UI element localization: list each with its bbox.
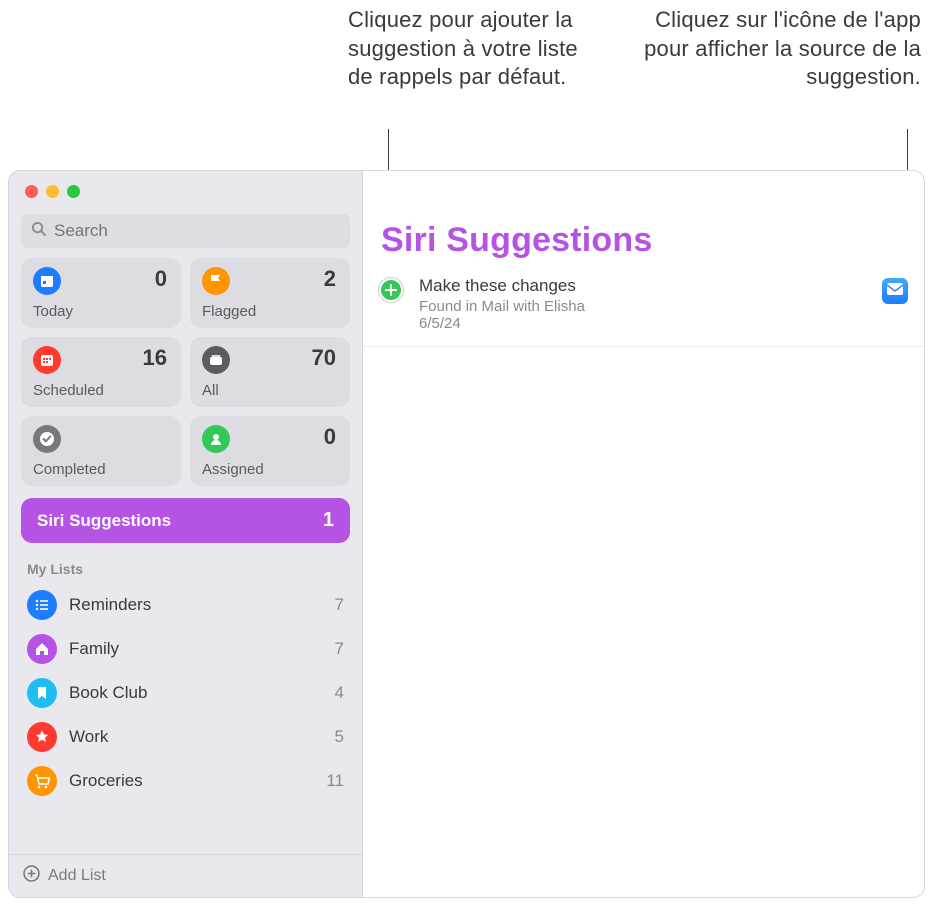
smart-card-scheduled[interactable]: 16 Scheduled [21,337,181,407]
smart-card-label: All [202,382,338,399]
list-item-label: Groceries [69,771,143,791]
my-lists-header: My Lists [9,543,362,583]
all-icon [202,346,230,374]
callout-source-app: Cliquez sur l'icône de l'app pour affich… [641,6,921,92]
sidebar: 0Today2Flagged16Scheduled70AllCompleted0… [9,171,363,897]
today-icon [33,267,61,295]
search-icon [31,221,46,241]
smart-card-label: Flagged [202,303,338,320]
cart-icon [27,766,57,796]
star-icon [27,722,57,752]
mail-icon [887,282,903,300]
window-controls [9,171,362,208]
suggestion-body: Make these changes Found in Mail with El… [419,276,866,332]
smart-card-all[interactable]: 70 All [190,337,350,407]
smart-card-label: Scheduled [33,382,169,399]
smart-card-count: 0 [155,266,167,292]
search-input[interactable] [52,220,340,242]
smart-card-count: 2 [324,266,336,292]
suggestion-date: 6/5/24 [419,315,866,332]
reminders-window: 0Today2Flagged16Scheduled70AllCompleted0… [8,170,925,898]
completed-icon [33,425,61,453]
search-field[interactable] [21,214,350,248]
flagged-icon [202,267,230,295]
sidebar-item-siri-suggestions[interactable]: Siri Suggestions 1 [21,498,350,543]
list-item-count: 4 [335,683,344,703]
callout-add-suggestion: Cliquez pour ajouter la suggestion à vot… [348,6,598,92]
smart-lists-grid: 0 Today 2 Flagged 16 Scheduled 70 All Completed 0… [9,258,362,486]
list-item-book-club[interactable]: Book Club 4 [17,671,354,715]
list-item-count: 11 [326,771,344,791]
list-item-family[interactable]: Family 7 [17,627,354,671]
scheduled-icon [33,346,61,374]
smart-card-assigned[interactable]: 0 Assigned [190,416,350,486]
add-list-button[interactable]: Add List [9,854,362,897]
smart-card-today[interactable]: 0 Today [21,258,181,328]
smart-card-completed[interactable]: Completed [21,416,181,486]
house-icon [27,634,57,664]
list-item-reminders[interactable]: Reminders 7 [17,583,354,627]
list-item-work[interactable]: Work 5 [17,715,354,759]
minimize-window-button[interactable] [46,185,59,198]
fullscreen-window-button[interactable] [67,185,80,198]
suggestion-subtitle: Found in Mail with Elisha [419,298,866,315]
close-window-button[interactable] [25,185,38,198]
list-item-label: Book Club [69,683,147,703]
source-app-button[interactable] [882,278,908,304]
page-title: Siri Suggestions [363,171,924,270]
list-item-label: Family [69,639,119,659]
plus-circle-outline-icon [23,865,40,887]
add-list-label: Add List [48,867,106,885]
siri-suggestions-count: 1 [323,509,334,532]
assigned-icon [202,425,230,453]
list-item-label: Reminders [69,595,151,615]
smart-card-label: Completed [33,461,169,478]
smart-card-flagged[interactable]: 2 Flagged [190,258,350,328]
smart-card-label: Today [33,303,169,320]
add-suggestion-button[interactable] [379,278,403,302]
list-item-count: 5 [335,727,344,747]
smart-card-count: 16 [143,345,167,371]
siri-suggestions-label: Siri Suggestions [37,511,171,531]
annotation-callouts: Cliquez pour ajouter la suggestion à vot… [0,0,931,170]
list-item-count: 7 [335,639,344,659]
main-panel: Siri Suggestions Make these changes Foun… [363,171,924,897]
smart-card-count: 70 [312,345,336,371]
my-lists: Reminders 7 Family 7 Book Club 4 Work 5 Grocerie… [9,583,362,854]
suggestion-title: Make these changes [419,276,866,296]
list-item-count: 7 [335,595,344,615]
smart-card-label: Assigned [202,461,338,478]
list-item-label: Work [69,727,108,747]
smart-card-count: 0 [324,424,336,450]
bookmark-icon [27,678,57,708]
suggestion-row[interactable]: Make these changes Found in Mail with El… [363,270,924,347]
list-icon [27,590,57,620]
list-item-groceries[interactable]: Groceries 11 [17,759,354,803]
